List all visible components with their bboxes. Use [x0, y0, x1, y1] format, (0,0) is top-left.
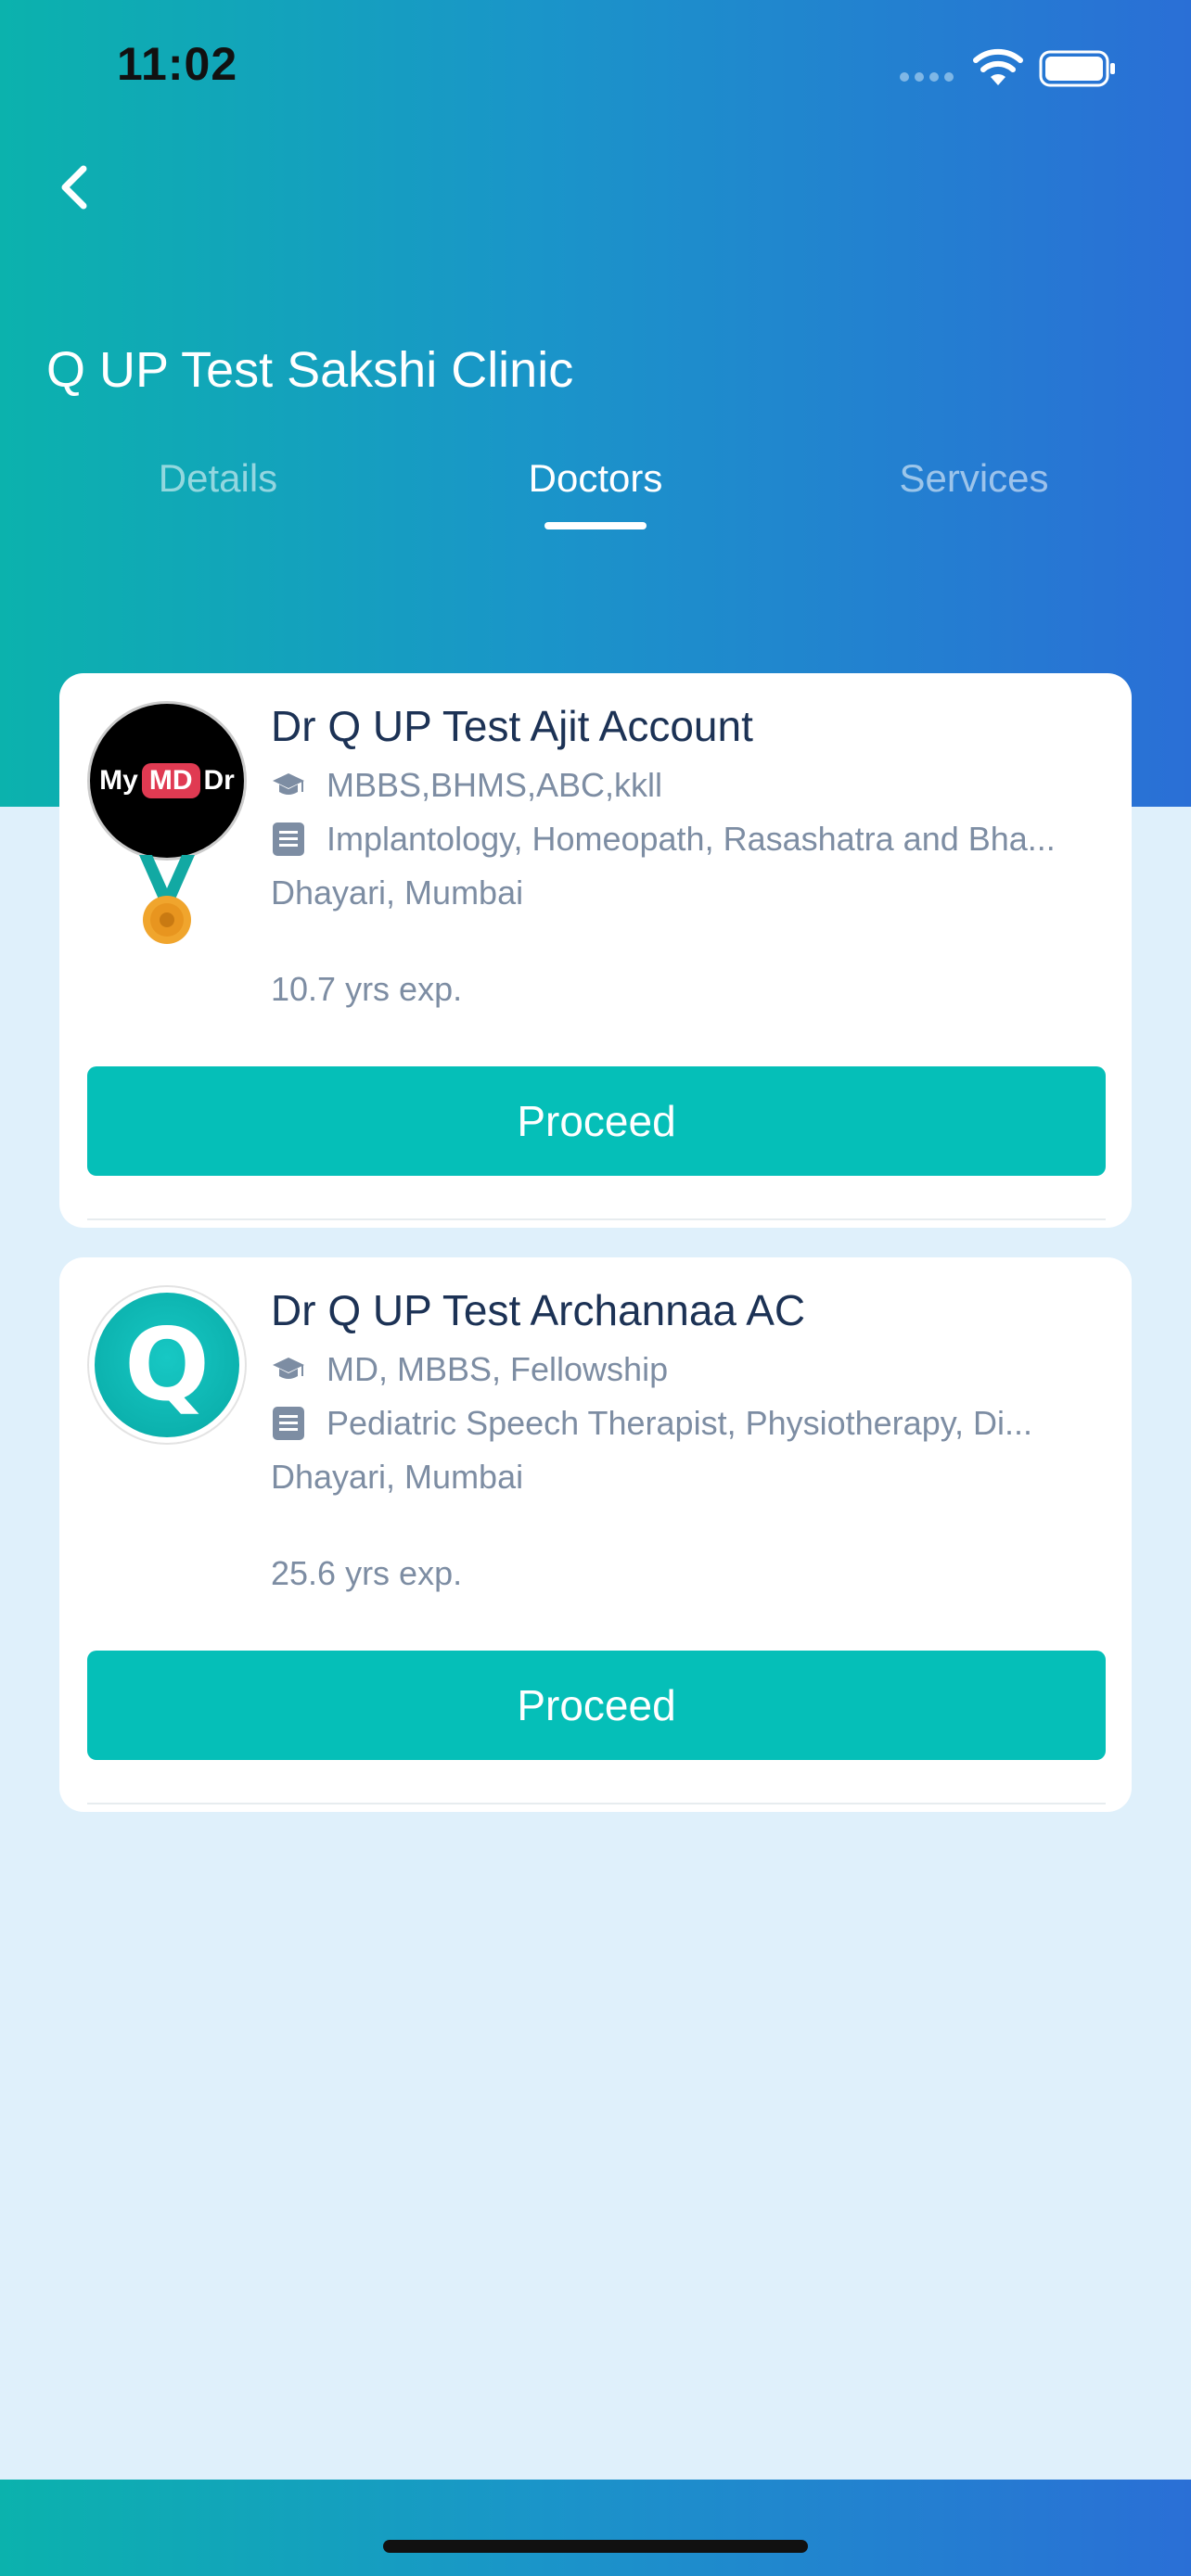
- tab-services[interactable]: Services: [853, 456, 1095, 501]
- list-document-icon: [271, 823, 306, 856]
- graduation-cap-icon: [271, 1354, 306, 1385]
- active-tab-indicator: [544, 522, 647, 529]
- q-logo: Q: [95, 1293, 239, 1437]
- wifi-icon: [973, 48, 1023, 85]
- status-bar: 11:02: [0, 0, 1191, 130]
- tab-details[interactable]: Details: [111, 456, 325, 501]
- proceed-button[interactable]: Proceed: [87, 1651, 1106, 1760]
- battery-icon: [1039, 50, 1115, 87]
- doctor-specialities: Pediatric Speech Therapist, Physiotherap…: [271, 1404, 1032, 1443]
- doctor-location: Dhayari, Mumbai: [271, 1458, 524, 1496]
- medal-icon: [139, 855, 195, 944]
- doctor-experience: 10.7 yrs exp.: [271, 970, 463, 1008]
- status-time: 11:02: [117, 38, 238, 90]
- cellular-signal-icon: [900, 72, 957, 83]
- list-document-icon: [271, 1407, 306, 1440]
- doctor-card: Q Dr Q UP Test Archannaa AC MD, MBBS, Fe…: [59, 1257, 1132, 1812]
- divider: [87, 1803, 1106, 1804]
- doctor-avatar: My MD Dr: [87, 701, 247, 861]
- doctor-avatar: Q: [87, 1285, 247, 1445]
- doctor-degrees: MBBS,BHMS,ABC,kkll: [271, 766, 662, 805]
- doctor-location: Dhayari, Mumbai: [271, 874, 524, 912]
- doctor-experience: 25.6 yrs exp.: [271, 1554, 463, 1592]
- proceed-button[interactable]: Proceed: [87, 1066, 1106, 1176]
- bottom-bar: [0, 2480, 1191, 2576]
- doctor-name: Dr Q UP Test Archannaa AC: [271, 1286, 806, 1334]
- doctor-card: My MD Dr Dr Q UP Test Ajit Account MBBS,…: [59, 673, 1132, 1228]
- mymddr-logo: My MD Dr: [99, 763, 235, 798]
- doctor-specialities: Implantology, Homeopath, Rasashatra and …: [271, 820, 1056, 859]
- divider: [87, 1218, 1106, 1220]
- doctor-name: Dr Q UP Test Ajit Account: [271, 702, 753, 750]
- doctor-degrees: MD, MBBS, Fellowship: [271, 1350, 668, 1389]
- chevron-left-icon: [61, 165, 87, 210]
- tab-doctors[interactable]: Doctors: [482, 456, 709, 501]
- back-button[interactable]: [41, 154, 108, 221]
- home-indicator[interactable]: [383, 2540, 808, 2553]
- clinic-title: Q UP Test Sakshi Clinic: [46, 342, 574, 398]
- graduation-cap-icon: [271, 770, 306, 801]
